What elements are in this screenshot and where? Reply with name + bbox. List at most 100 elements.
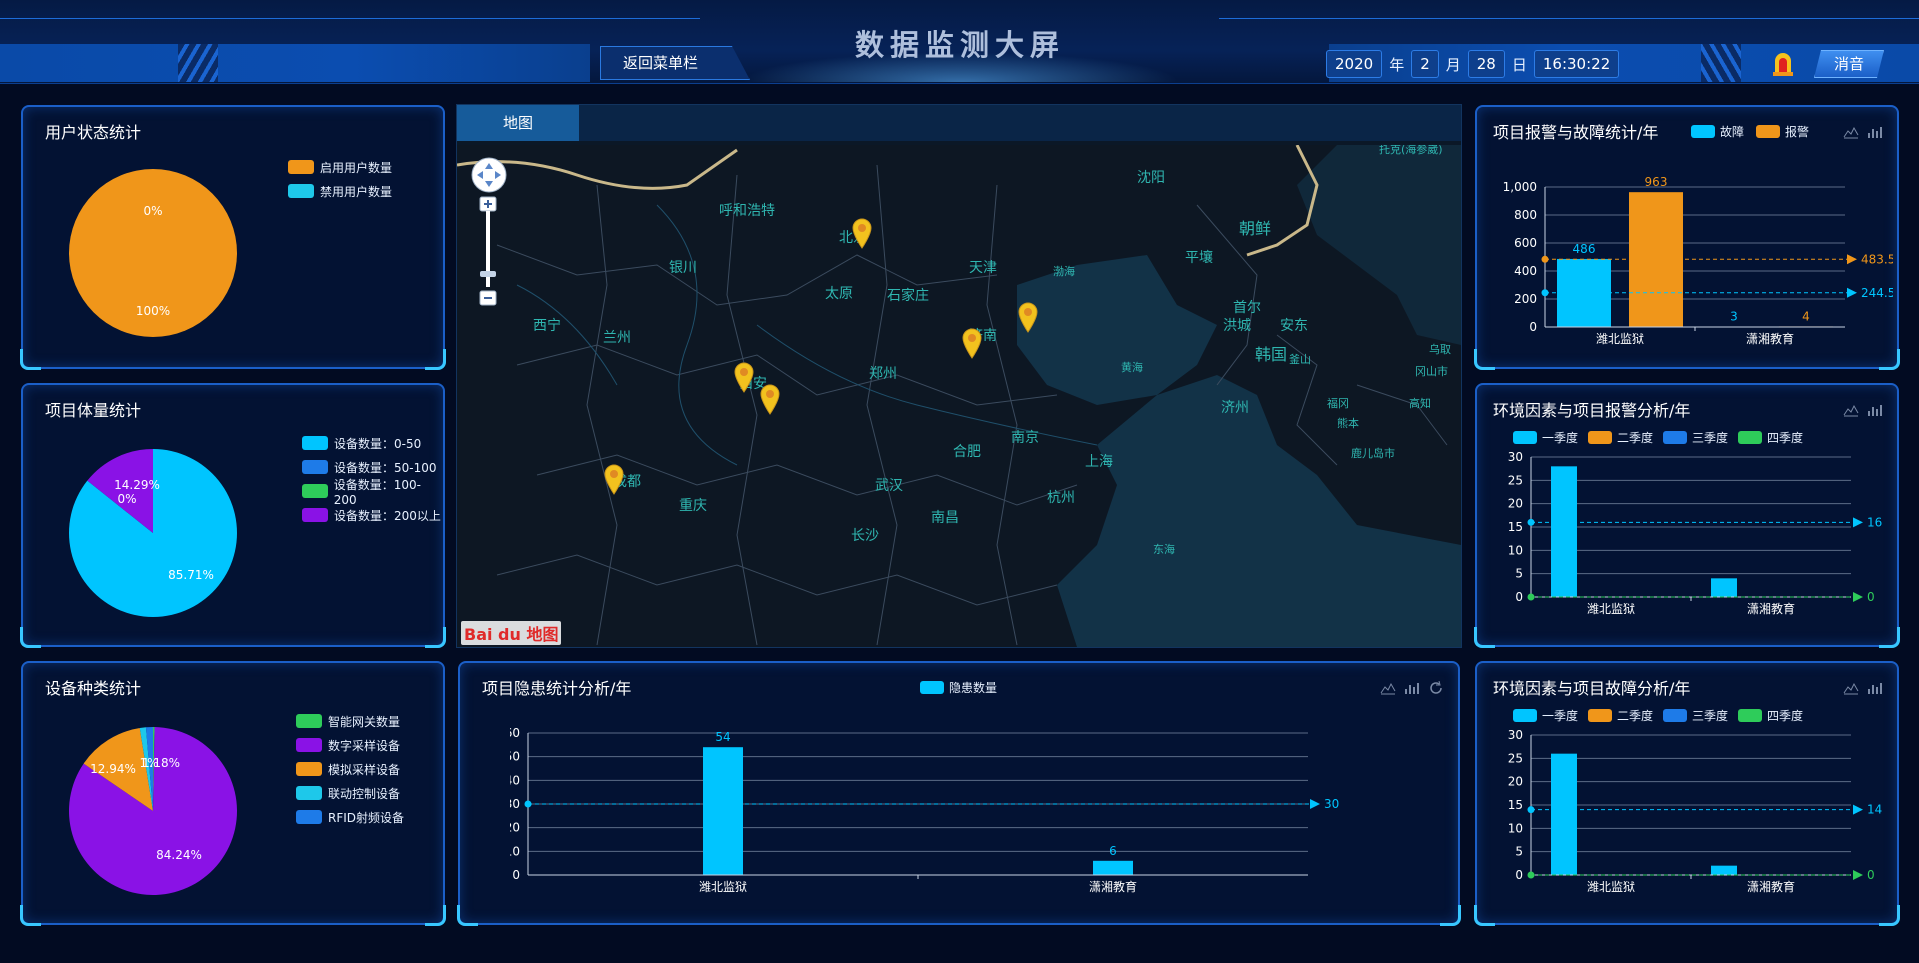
map-marker-icon[interactable] xyxy=(733,361,755,393)
bar-chart-icon[interactable] xyxy=(1867,681,1883,695)
map-city-label: 沈阳 xyxy=(1137,170,1165,186)
bar-chart-icon[interactable] xyxy=(1867,403,1883,417)
bar-chart-icon[interactable] xyxy=(1867,125,1883,139)
day-field[interactable]: 28 xyxy=(1467,50,1505,78)
mark-line-arrow xyxy=(1853,870,1863,880)
bar xyxy=(703,747,743,875)
legend-item[interactable]: 故障 xyxy=(1691,123,1744,139)
legend-item[interactable]: 设备数量：100-200 xyxy=(302,478,443,507)
legend-swatch xyxy=(288,160,314,174)
map-background xyxy=(457,145,1461,647)
legend-label: 智能网关数量 xyxy=(328,714,401,729)
x-tick-label: 潍北监狱 xyxy=(699,880,747,894)
alarm-fault-bar-chart: 0 200 400 600 800 1,000 潍北监狱 潇湘教育 486 3 963 4 483.5 2… xyxy=(1503,175,1893,346)
legend-label: 报警 xyxy=(1785,124,1810,139)
legend-item[interactable]: 四季度 xyxy=(1738,707,1803,723)
legend-item[interactable]: 三季度 xyxy=(1663,429,1728,445)
env-alarm-bar-chart: 0 5 10 15 20 25 30 潍北监狱 潇湘教育 16 0 xyxy=(1508,451,1883,616)
refresh-icon[interactable] xyxy=(1428,681,1444,695)
legend-item[interactable]: 二季度 xyxy=(1588,429,1653,445)
map-city-label: 平壤 xyxy=(1185,250,1213,266)
legend-item[interactable]: 一季度 xyxy=(1513,707,1578,723)
y-tick-label: 1,000 xyxy=(1503,180,1537,194)
hidden-danger-panel: 项目隐患统计分析/年 隐患数量 0 10 20 30 40 50 60 潍北监狱 潇湘教育 54 6… xyxy=(457,661,1461,926)
year-field[interactable]: 2020 xyxy=(1326,50,1383,78)
legend-item[interactable]: 二季度 xyxy=(1588,707,1653,723)
legend-item[interactable]: 数字采样设备 xyxy=(296,733,404,757)
legend-label: 一季度 xyxy=(1542,708,1579,723)
month-field[interactable]: 2 xyxy=(1411,50,1439,78)
legend-label: 四季度 xyxy=(1767,708,1804,723)
map-canvas[interactable]: 呼和浩特 北京 沈阳 银川 太原 石家庄 天津 渤海 平壤 朝鲜 西宁 兰州 济… xyxy=(457,145,1461,647)
map-marker-icon[interactable] xyxy=(759,383,781,415)
map-city-label: 长沙 xyxy=(851,528,879,544)
legend-item[interactable]: 设备数量：200以上 xyxy=(302,503,443,527)
back-to-menu-button[interactable]: 返回菜单栏 xyxy=(600,46,750,80)
mark-line-label: 16 xyxy=(1867,515,1882,529)
line-chart-icon[interactable] xyxy=(1843,681,1859,695)
legend-item[interactable]: 模拟采样设备 xyxy=(296,757,404,781)
legend-item[interactable]: 禁用用户数量 xyxy=(288,179,392,203)
mark-line-arrow xyxy=(1847,287,1857,298)
legend-swatch xyxy=(302,484,328,498)
map-city-label: 福冈 xyxy=(1327,397,1349,410)
legend-swatch xyxy=(1663,708,1688,722)
mute-button[interactable]: 消音 xyxy=(1814,50,1884,78)
legend-swatch xyxy=(296,786,322,800)
line-chart-icon[interactable] xyxy=(1843,125,1859,139)
map-city-label: 南昌 xyxy=(931,510,959,526)
map-navigation-control[interactable] xyxy=(471,157,511,337)
legend-item[interactable]: 一季度 xyxy=(1513,429,1578,445)
legend-label: 三季度 xyxy=(1692,430,1729,445)
legend-item[interactable]: 启用用户数量 xyxy=(288,155,392,179)
bar-value-label: 4 xyxy=(1802,309,1810,323)
month-unit: 月 xyxy=(1445,55,1461,74)
legend-item[interactable]: 报警 xyxy=(1756,123,1809,139)
legend-item[interactable]: 联动控制设备 xyxy=(296,781,404,805)
y-tick-label: 15 xyxy=(1508,798,1523,812)
y-tick-label: 5 xyxy=(1515,567,1523,581)
legend-item[interactable]: 设备数量：0-50 xyxy=(302,431,443,455)
panel-title: 环境因素与项目报警分析/年 xyxy=(1493,401,1691,420)
legend-item[interactable]: RFID射频设备 xyxy=(296,805,404,829)
legend-item[interactable]: 三季度 xyxy=(1663,707,1728,723)
chart-toolbox xyxy=(1843,125,1883,139)
mark-line-label: 483.5 xyxy=(1861,252,1893,266)
mark-line-label: 30 xyxy=(1324,797,1339,811)
pie-data-label: 0% xyxy=(143,204,162,218)
map-marker-icon[interactable] xyxy=(603,463,625,495)
alarm-light-icon[interactable] xyxy=(1772,50,1794,76)
mark-line-arrow xyxy=(1853,517,1863,528)
legend-swatch xyxy=(1513,708,1537,722)
map-city-label: 高知 xyxy=(1409,397,1431,410)
tab-map[interactable]: 地图 xyxy=(457,105,579,141)
map-city-label: 兰州 xyxy=(603,330,631,346)
user-status-panel: 用户状态统计 100% 0% 启用用户数量 禁用用户数量 xyxy=(20,105,446,370)
legend-label: 模拟采样设备 xyxy=(328,762,401,777)
legend-label: 禁用用户数量 xyxy=(320,184,393,199)
legend-item[interactable]: 智能网关数量 xyxy=(296,709,404,733)
map-city-label: 冈山市 xyxy=(1415,365,1448,378)
legend-label: 二季度 xyxy=(1617,708,1654,723)
alarm-fault-panel: 项目报警与故障统计/年 故障 报警 0 200 400 600 800 1,000 潍北监狱… xyxy=(1474,105,1900,370)
map-city-label: 太原 xyxy=(825,286,853,302)
map-city-label: 银川 xyxy=(669,260,697,276)
hidden-danger-bar-chart: 0 10 20 30 40 50 60 潍北监狱 潇湘教育 54 6 30 xyxy=(510,726,1339,894)
legend-item[interactable]: 隐患数量 xyxy=(920,679,997,695)
map-marker-icon[interactable] xyxy=(961,327,983,359)
time-field[interactable]: 16:30:22 xyxy=(1533,50,1620,78)
bar-chart-icon[interactable] xyxy=(1404,681,1420,695)
year-unit: 年 xyxy=(1389,55,1405,74)
map-city-label: 首尔 xyxy=(1233,300,1261,316)
map-marker-icon[interactable] xyxy=(1017,301,1039,333)
line-chart-icon[interactable] xyxy=(1380,681,1396,695)
y-tick-label: 0 xyxy=(1515,590,1523,604)
line-chart-icon[interactable] xyxy=(1843,403,1859,417)
legend-item[interactable]: 四季度 xyxy=(1738,429,1803,445)
legend-swatch xyxy=(1588,708,1613,722)
mark-line-arrow xyxy=(1853,592,1863,602)
bar-value-label: 486 xyxy=(1573,242,1596,256)
map-marker-icon[interactable] xyxy=(851,217,873,249)
bar xyxy=(1711,578,1737,597)
legend-label: 启用用户数量 xyxy=(320,160,393,175)
